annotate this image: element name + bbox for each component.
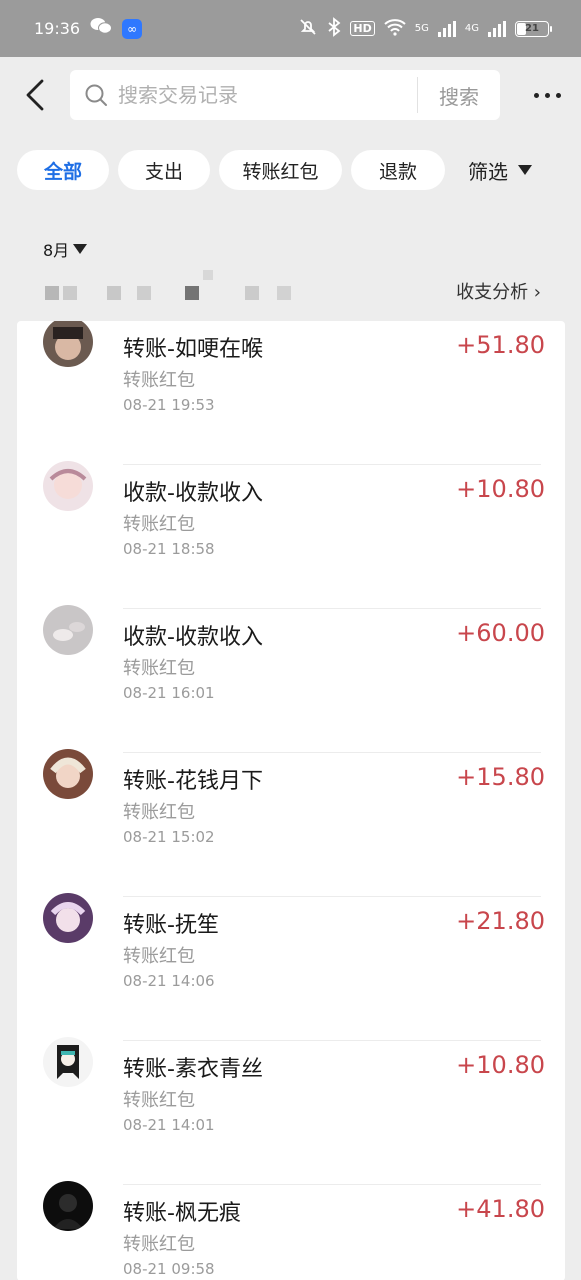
transaction-time: 08-21 18:58 <box>123 540 215 558</box>
income-expense-analysis-link[interactable]: 收支分析 › <box>456 278 541 304</box>
transaction-category: 转账红包 <box>123 1234 195 1255</box>
transaction-amount: +15.80 <box>456 763 545 791</box>
avatar <box>43 1037 93 1087</box>
transaction-title: 转账-素衣青丝 <box>123 1057 263 1082</box>
status-right: HD 5G 4G 21 <box>298 16 552 41</box>
month-row: 8月 <box>0 217 581 267</box>
transaction-title: 转账-枫无痕 <box>123 1201 241 1226</box>
transaction-category: 转账红包 <box>123 658 195 679</box>
filter-label: 筛选 <box>468 159 508 184</box>
avatar <box>43 605 93 655</box>
transaction-time: 08-21 14:01 <box>123 1116 215 1134</box>
transaction-item[interactable]: 收款-收款收入 转账红包 08-21 16:01 +60.00 <box>17 605 565 753</box>
battery-level: 21 <box>525 23 539 34</box>
transaction-category: 转账红包 <box>123 514 195 535</box>
transaction-item[interactable]: 转账-如哽在喉 转账红包 08-21 19:53 +51.80 <box>17 321 565 465</box>
tab-refund[interactable]: 退款 <box>351 150 445 190</box>
battery-icon: 21 <box>515 20 552 37</box>
transaction-item[interactable]: 转账-花钱月下 转账红包 08-21 15:02 +15.80 <box>17 749 565 897</box>
search-button[interactable]: 搜索 <box>418 81 500 110</box>
mute-icon <box>298 17 318 41</box>
transaction-amount: +51.80 <box>456 331 545 359</box>
transaction-item[interactable]: 转账-素衣青丝 转账红包 08-21 14:01 +10.80 <box>17 1037 565 1185</box>
transaction-item[interactable]: 转账-抚笙 转账红包 08-21 14:06 +21.80 <box>17 893 565 1041</box>
transaction-time: 08-21 19:53 <box>123 396 215 414</box>
redacted-summary <box>45 269 305 306</box>
transaction-category: 转账红包 <box>123 946 195 967</box>
status-left: 19:36 ∞ <box>34 17 143 40</box>
transaction-category: 转账红包 <box>123 802 195 823</box>
wechat-icon <box>90 17 113 40</box>
signal-icon <box>437 20 456 37</box>
filter-tabs: 全部 支出 转账红包 退款 筛选 <box>0 133 581 207</box>
network-4g-label: 4G <box>464 23 479 34</box>
transaction-time: 08-21 14:06 <box>123 972 215 990</box>
tab-transfer-red-packet[interactable]: 转账红包 <box>219 150 342 190</box>
tab-all[interactable]: 全部 <box>17 150 109 190</box>
status-bar: 19:36 ∞ HD 5G 4G 21 <box>0 0 581 57</box>
transaction-title: 收款-收款收入 <box>123 625 263 650</box>
network-5g-label: 5G <box>414 23 429 34</box>
summary-row: 收支分析 › <box>0 267 581 314</box>
month-label: 8月 <box>43 241 70 260</box>
search-box: 搜索 <box>70 70 500 120</box>
transaction-title: 转账-抚笙 <box>123 913 219 938</box>
search-icon <box>85 84 107 106</box>
transaction-title: 收款-收款收入 <box>123 481 263 506</box>
transaction-title: 转账-花钱月下 <box>123 769 263 794</box>
status-time: 19:36 <box>34 19 81 38</box>
signal-icon-2 <box>488 20 506 37</box>
transaction-time: 08-21 16:01 <box>123 684 215 702</box>
chevron-left-icon <box>26 79 44 111</box>
transaction-list: 转账-如哽在喉 转账红包 08-21 19:53 +51.80 收款-收款收入 … <box>17 321 565 1280</box>
transaction-title: 转账-如哽在喉 <box>123 337 263 362</box>
bluetooth-icon <box>327 16 341 41</box>
avatar <box>43 893 93 943</box>
back-button[interactable] <box>24 75 54 115</box>
search-input[interactable] <box>118 83 417 107</box>
avatar <box>43 1181 93 1231</box>
header: 搜索 <box>0 57 581 133</box>
filter-button[interactable]: 筛选 <box>468 156 532 185</box>
transaction-time: 08-21 09:58 <box>123 1260 215 1278</box>
transaction-amount: +10.80 <box>456 1051 545 1079</box>
transaction-time: 08-21 15:02 <box>123 828 215 846</box>
month-selector[interactable]: 8月 <box>43 237 88 261</box>
transaction-item[interactable]: 转账-枫无痕 转账红包 08-21 09:58 +41.80 <box>17 1181 565 1280</box>
caret-down-icon <box>73 244 88 254</box>
caret-down-icon <box>518 165 532 175</box>
transaction-category: 转账红包 <box>123 1090 195 1111</box>
infinity-app-icon: ∞ <box>122 18 143 39</box>
avatar <box>43 321 93 367</box>
avatar <box>43 461 93 511</box>
transaction-amount: +60.00 <box>456 619 545 647</box>
transaction-amount: +21.80 <box>456 907 545 935</box>
avatar <box>43 749 93 799</box>
hd-badge: HD <box>350 21 375 36</box>
transaction-amount: +41.80 <box>456 1195 545 1223</box>
tab-expense[interactable]: 支出 <box>118 150 210 190</box>
wifi-icon <box>384 18 406 40</box>
transaction-item[interactable]: 收款-收款收入 转账红包 08-21 18:58 +10.80 <box>17 461 565 609</box>
transaction-amount: +10.80 <box>456 475 545 503</box>
more-options-icon[interactable] <box>534 92 561 98</box>
transaction-category: 转账红包 <box>123 370 195 391</box>
